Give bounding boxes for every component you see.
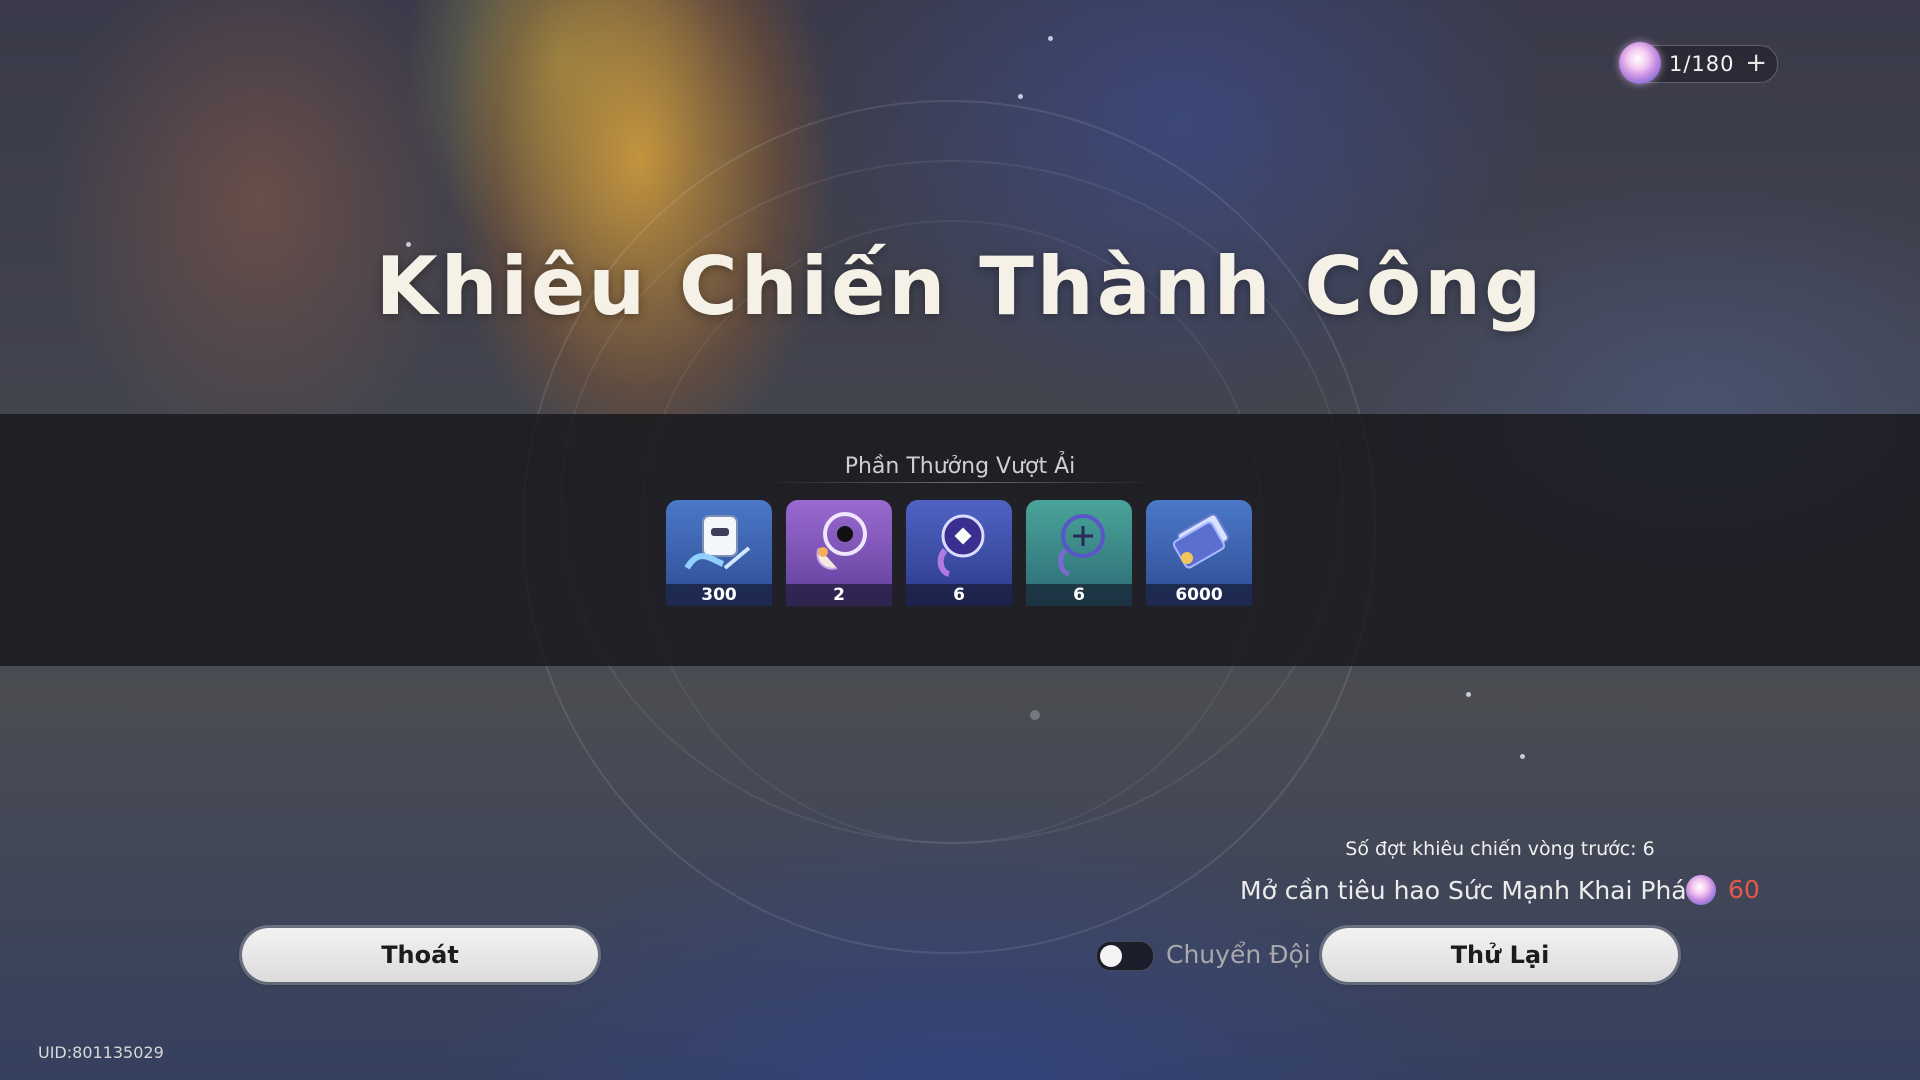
cost-row: Mở cần tiêu hao Sức Mạnh Khai Phá: 60: [1240, 872, 1760, 908]
switch-team-toggle[interactable]: [1096, 941, 1154, 971]
reward-item[interactable]: 2: [786, 500, 892, 606]
retry-button[interactable]: Thử Lại: [1322, 928, 1678, 982]
toggle-knob: [1100, 945, 1122, 967]
star-decoration: [1018, 94, 1023, 99]
result-screen: 1/180 + Khiêu Chiến Thành Công Phần Thưở…: [0, 0, 1920, 1080]
credit-card-icon: [1172, 513, 1230, 569]
reward-quantity: 6: [1073, 585, 1085, 605]
reward-list: 300 2 6 6 6000: [666, 500, 1252, 606]
trailblaze-power-orb-icon: [1619, 42, 1661, 84]
switch-team-label[interactable]: Chuyển Đội: [1166, 940, 1311, 969]
star-decoration: [1466, 692, 1471, 697]
star-decoration: [1048, 36, 1053, 41]
previous-rounds-text: Số đợt khiêu chiến vòng trước: 6: [1345, 838, 1655, 860]
exit-button[interactable]: Thoát: [242, 928, 598, 982]
divider: [760, 482, 1160, 483]
reward-panel: Phần Thưởng Vượt Ải 300 2 6 6 6000: [0, 414, 1920, 666]
star-decoration: [1030, 710, 1040, 720]
reward-item[interactable]: 6000: [1146, 500, 1252, 606]
uid-label: UID:801135029: [38, 1043, 164, 1062]
reward-quantity: 2: [833, 585, 845, 605]
blue-dreamcatcher-charm-icon: [937, 514, 985, 577]
trailblaze-power-count: 1/180: [1669, 52, 1735, 76]
cost-label: Mở cần tiêu hao Sức Mạnh Khai Phá:: [1240, 876, 1696, 905]
reward-item[interactable]: 6: [1026, 500, 1132, 606]
cost-value: 60: [1728, 875, 1760, 904]
page-title: Khiêu Chiến Thành Công: [375, 240, 1545, 333]
trailblaze-power-counter: 1/180 +: [1619, 42, 1778, 84]
reward-quantity: 300: [701, 585, 737, 605]
green-dreamcatcher-charm-icon: [1058, 514, 1105, 577]
reward-item[interactable]: 300: [666, 500, 772, 606]
traveler-guide-book-icon: [684, 515, 751, 570]
add-power-button[interactable]: +: [1745, 48, 1767, 78]
reward-item[interactable]: 6: [906, 500, 1012, 606]
trailblaze-power-orb-icon: [1686, 875, 1716, 905]
star-decoration: [1520, 754, 1525, 759]
reward-quantity: 6: [953, 585, 965, 605]
reward-label: Phần Thưởng Vượt Ải: [844, 454, 1076, 479]
reward-quantity: 6000: [1175, 585, 1223, 605]
purple-dreamcatcher-charm-icon: [816, 512, 867, 570]
